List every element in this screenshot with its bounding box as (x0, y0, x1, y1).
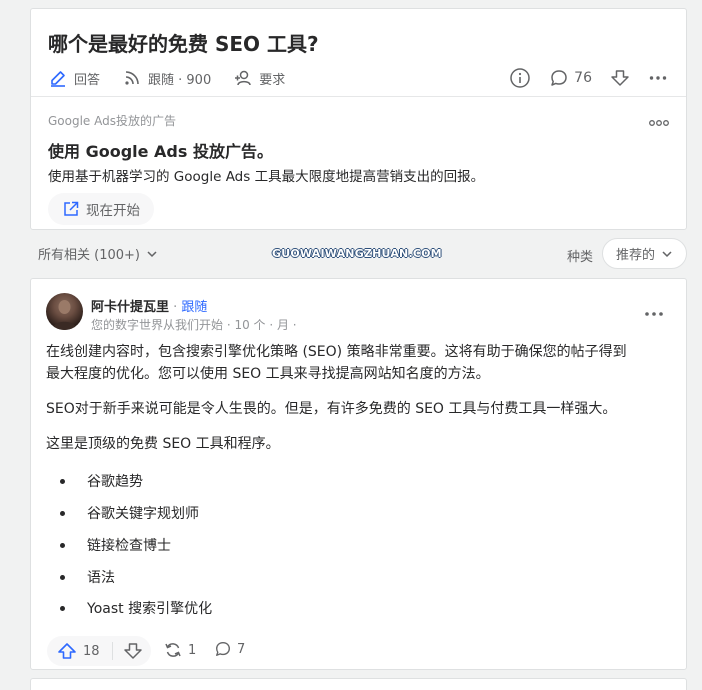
more-horizontal-icon (649, 76, 667, 80)
answer-card: 阿卡什提瓦里 · 跟随 您的数字世界从我们开始 · 10 个 · 月 · 在线创… (30, 278, 687, 670)
answer-paragraph: SEO对于新手来说可能是令人生畏的。但是，有许多免费的 SEO 工具与付费工具一… (46, 401, 617, 417)
answer-paragraph: 在线创建内容时，包含搜索引擎优化策略 (SEO) 策略非常重要。这将有助于确保您… (46, 344, 627, 360)
share-icon (165, 643, 181, 657)
pencil-icon (51, 71, 65, 87)
vote-divider (111, 642, 113, 660)
list-item-text: Yoast 搜索引擎优化 (87, 601, 213, 617)
vote-pill: 18 (47, 636, 151, 666)
question-more-button[interactable] (648, 68, 668, 88)
answer-comment-count: 7 (237, 641, 246, 657)
answer-button[interactable]: 回答 (48, 68, 100, 88)
question-right-actions: 76 (491, 65, 668, 91)
author-name[interactable]: 阿卡什提瓦里 (91, 300, 169, 315)
chevron-down-icon (662, 250, 672, 257)
request-label: 要求 (259, 72, 286, 88)
avatar-image (52, 300, 77, 330)
info-button[interactable] (509, 67, 531, 89)
next-answer-card (30, 678, 687, 690)
request-button[interactable]: 要求 (233, 68, 285, 88)
comments-button[interactable]: 76 (549, 68, 592, 88)
divider (31, 96, 686, 97)
share-button[interactable]: 1 (163, 640, 196, 660)
ad-description: 使用基于机器学习的 Google Ads 工具最大限度地提高营销支出的回报。 (48, 169, 485, 185)
ad-cta-label: 现在开始 (86, 203, 140, 219)
question-card: 哪个是最好的免费 SEO 工具? 回答 跟随 · 900 要求 76 Googl… (30, 8, 687, 230)
external-link-icon (64, 201, 79, 216)
downvote-question-button[interactable] (610, 68, 630, 88)
ad-title[interactable]: 使用 Google Ads 投放广告。 (48, 138, 273, 162)
sort-label: 种类 (567, 250, 594, 265)
answer-comments-button[interactable]: 7 (214, 640, 245, 658)
comment-count: 76 (574, 70, 592, 86)
follow-author-link[interactable]: 跟随 (181, 300, 207, 315)
avatar[interactable] (46, 293, 83, 330)
list-item: 谷歌关键字规划师 (60, 503, 199, 523)
answer-more-button[interactable] (644, 303, 664, 322)
follow-count-label: 跟随 · 900 (148, 72, 212, 88)
list-item-text: 链接检查博士 (87, 538, 171, 554)
share-count: 1 (188, 642, 197, 658)
comment-icon (216, 642, 230, 656)
more-horizontal-icon (649, 120, 669, 126)
sort-dropdown[interactable]: 推荐的 (602, 238, 687, 269)
author-credential: 您的数字世界从我们开始 · 10 个 · 月 · (91, 318, 297, 332)
all-related-filter[interactable]: 所有相关 (100+) (38, 244, 158, 263)
more-horizontal-icon (645, 312, 663, 316)
upvote-count: 18 (83, 643, 100, 659)
answer-paragraph: 这里是顶级的免费 SEO 工具和程序。 (46, 436, 280, 452)
author-line: 阿卡什提瓦里 · 跟随 (91, 296, 207, 315)
list-item-text: 语法 (87, 570, 115, 586)
info-icon (510, 68, 530, 88)
chevron-down-icon (147, 250, 157, 257)
downvote-icon (123, 643, 142, 659)
downvote-icon (611, 70, 629, 86)
author-separator: · (169, 300, 182, 315)
add-user-icon (235, 70, 251, 86)
list-item-text: 谷歌关键字规划师 (87, 506, 199, 522)
downvote-button[interactable] (123, 641, 143, 661)
comment-icon (551, 70, 567, 86)
rss-icon (125, 71, 139, 85)
list-item-text: 谷歌趋势 (87, 474, 143, 490)
list-item: 谷歌趋势 (60, 471, 143, 491)
list-item: Yoast 搜索引擎优化 (60, 598, 212, 618)
answer-label: 回答 (74, 72, 101, 88)
upvote-button[interactable]: 18 (47, 641, 100, 661)
question-title[interactable]: 哪个是最好的免费 SEO 工具? (48, 28, 319, 57)
ad-more-button[interactable] (648, 113, 670, 132)
question-action-row: 回答 跟随 · 900 要求 (48, 65, 307, 91)
list-item: 链接检查博士 (60, 535, 171, 555)
all-related-label: 所有相关 (100+) (38, 248, 140, 263)
follow-question-button[interactable]: 跟随 · 900 (122, 68, 211, 88)
ad-tag: Google Ads投放的广告 (48, 114, 176, 128)
list-item: 语法 (60, 567, 115, 587)
answer-paragraph: 最大程度的优化。您可以使用 SEO 工具来寻找提高网站知名度的方法。 (46, 366, 490, 382)
upvote-icon (58, 643, 76, 659)
sort-value: 推荐的 (615, 248, 655, 263)
ad-cta-button[interactable]: 现在开始 (48, 193, 154, 225)
watermark: GUOWAIWANGZHUAN.COM (272, 247, 442, 260)
